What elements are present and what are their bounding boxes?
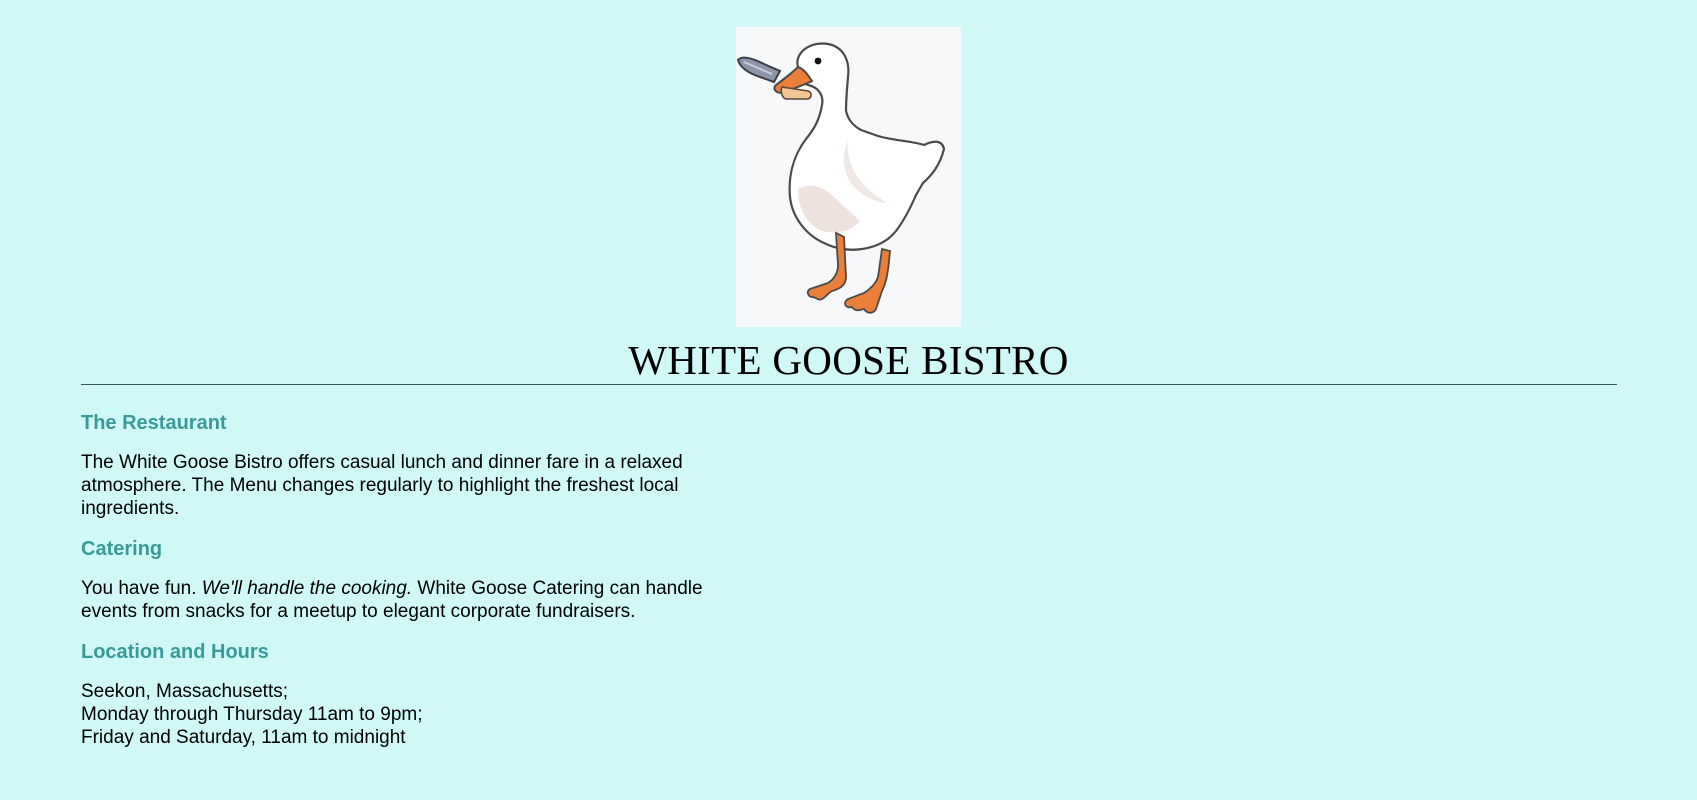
weekday-hours-line: Monday through Thursday 11am to 9pm; [81, 704, 423, 725]
location-heading: Location and Hours [81, 641, 269, 663]
restaurant-text: The White Goose Bistro offers casual lun… [81, 452, 683, 519]
goose-icon [736, 42, 946, 314]
restaurant-heading: The Restaurant [81, 412, 227, 434]
weekend-hours-line: Friday and Saturday, 11am to midnight [81, 727, 406, 748]
location-line: Seekon, Massachusetts; [81, 681, 288, 702]
location-hours-text: Seekon, Massachusetts; Monday through Th… [81, 680, 751, 749]
catering-text: You have fun. We'll handle the cooking. … [81, 577, 751, 623]
main-content: The Restaurant The White Goose Bistro of… [81, 408, 761, 763]
page-title: WHITE GOOSE BISTRO [628, 337, 1069, 383]
title-divider [81, 384, 1617, 385]
goose-logo [736, 27, 961, 327]
catering-heading: Catering [81, 538, 163, 560]
catering-emphasis: We'll handle the cooking. [201, 578, 413, 599]
catering-text-start: You have fun. [81, 578, 197, 599]
